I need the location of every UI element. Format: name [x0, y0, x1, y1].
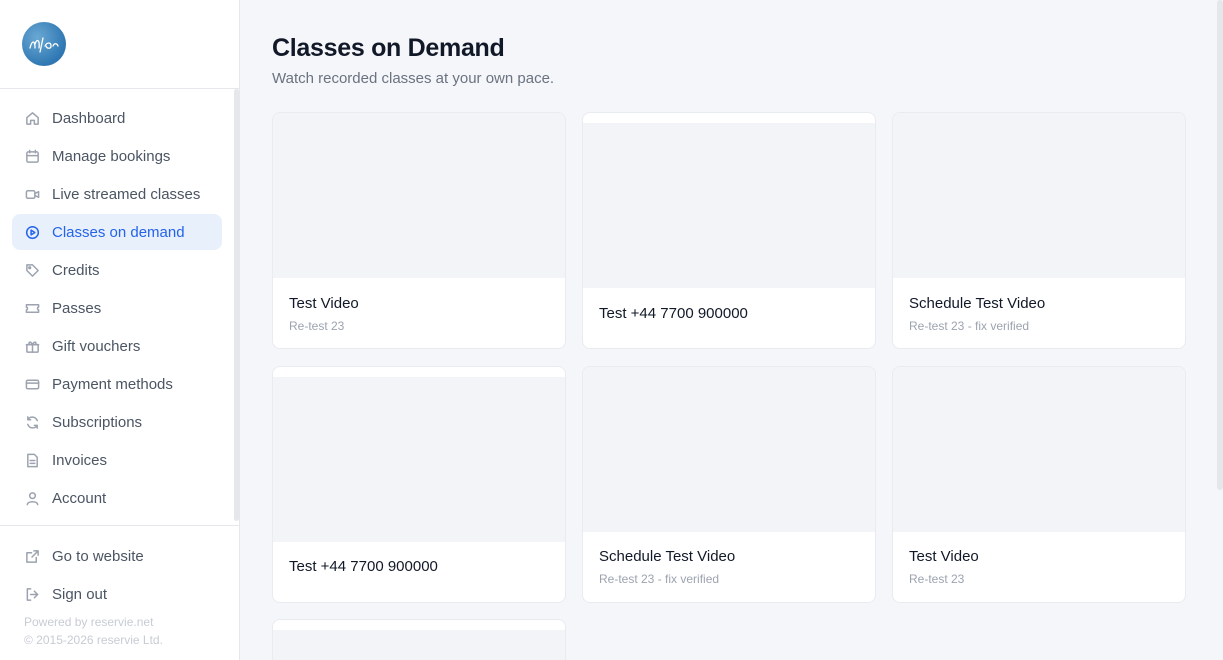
- external-link-icon: [24, 548, 40, 564]
- credit-card-icon: [24, 376, 40, 392]
- copyright-text: © 2015-2026 reservie Ltd.: [24, 633, 163, 647]
- ticket-icon: [24, 300, 40, 316]
- page-title: Classes on Demand: [272, 34, 505, 62]
- sidebar-bottom-nav: Go to website Sign out: [12, 538, 222, 614]
- sidebar-item-subscriptions[interactable]: Subscriptions: [12, 404, 222, 440]
- main-content: Classes on Demand Watch recorded classes…: [240, 0, 1223, 660]
- document-icon: [24, 452, 40, 468]
- video-title: Test Video: [909, 548, 979, 565]
- video-thumbnail: [273, 377, 565, 542]
- sign-out-button[interactable]: Sign out: [12, 576, 222, 612]
- sidebar-item-passes[interactable]: Passes: [12, 290, 222, 326]
- powered-by-text: Powered by reservie.net: [24, 615, 154, 629]
- video-thumbnail: [583, 123, 875, 288]
- sidebar-item-label: Account: [52, 489, 107, 507]
- gift-icon: [24, 338, 40, 354]
- video-subtitle: Re-test 23: [289, 319, 345, 333]
- video-card[interactable]: Schedule Test Video Re-test 23 - fix ver…: [582, 366, 876, 603]
- sidebar: Dashboard Manage bookings Live streamed …: [0, 0, 240, 660]
- sidebar-item-classes-on-demand[interactable]: Classes on demand: [12, 214, 222, 250]
- logo-mark-icon: [29, 37, 59, 53]
- home-icon: [24, 110, 40, 126]
- user-icon: [24, 490, 40, 506]
- sidebar-item-label: Gift vouchers: [52, 337, 141, 355]
- video-camera-icon: [24, 186, 40, 202]
- sidebar-scrollbar[interactable]: [234, 89, 239, 521]
- video-thumbnail: [893, 113, 1185, 278]
- sidebar-item-manage-bookings[interactable]: Manage bookings: [12, 138, 222, 174]
- video-card[interactable]: Test Video Re-test 23: [272, 112, 566, 349]
- video-title: Test Video: [289, 295, 359, 312]
- sidebar-divider: [0, 525, 239, 526]
- sidebar-item-credits[interactable]: Credits: [12, 252, 222, 288]
- sidebar-item-label: Live streamed classes: [52, 185, 201, 203]
- go-to-website-label: Go to website: [52, 547, 144, 565]
- page-subtitle: Watch recorded classes at your own pace.: [272, 70, 555, 87]
- sidebar-item-label: Credits: [52, 261, 100, 279]
- sidebar-item-live-streamed-classes[interactable]: Live streamed classes: [12, 176, 222, 212]
- video-title: Test +44 7700 900000: [289, 558, 438, 575]
- video-subtitle: Re-test 23 - fix verified: [909, 319, 1030, 333]
- sidebar-item-label: Subscriptions: [52, 413, 143, 431]
- video-title: Schedule Test Video: [599, 548, 736, 565]
- video-card[interactable]: [272, 619, 566, 660]
- video-thumbnail: [893, 367, 1185, 532]
- go-to-website-link[interactable]: Go to website: [12, 538, 222, 574]
- sidebar-item-invoices[interactable]: Invoices: [12, 442, 222, 478]
- sidebar-item-label: Classes on demand: [52, 223, 185, 241]
- sidebar-item-label: Manage bookings: [52, 147, 171, 165]
- video-title: Schedule Test Video: [909, 295, 1046, 312]
- sidebar-item-gift-vouchers[interactable]: Gift vouchers: [12, 328, 222, 364]
- video-thumbnail: [583, 367, 875, 532]
- video-thumbnail: [273, 630, 565, 660]
- tag-icon: [24, 262, 40, 278]
- sidebar-item-label: Dashboard: [52, 109, 126, 127]
- main-scrollbar[interactable]: [1217, 0, 1223, 490]
- video-card[interactable]: Test +44 7700 900000: [272, 366, 566, 603]
- video-thumbnail: [273, 113, 565, 278]
- sidebar-nav: Dashboard Manage bookings Live streamed …: [12, 100, 222, 518]
- video-card[interactable]: Test +44 7700 900000: [582, 112, 876, 349]
- video-subtitle: Re-test 23 - fix verified: [599, 572, 720, 586]
- sidebar-item-payment-methods[interactable]: Payment methods: [12, 366, 222, 402]
- sidebar-item-label: Invoices: [52, 451, 108, 469]
- video-card[interactable]: Test Video Re-test 23: [892, 366, 1186, 603]
- sidebar-item-label: Payment methods: [52, 375, 173, 393]
- sidebar-item-account[interactable]: Account: [12, 480, 222, 516]
- play-circle-icon: [24, 224, 40, 240]
- video-card[interactable]: Schedule Test Video Re-test 23 - fix ver…: [892, 112, 1186, 349]
- sign-out-label: Sign out: [52, 585, 108, 603]
- refresh-icon: [24, 414, 40, 430]
- sidebar-header: [0, 0, 239, 89]
- video-subtitle: Re-test 23: [909, 572, 965, 586]
- brand-logo[interactable]: [22, 22, 66, 66]
- sidebar-item-label: Passes: [52, 299, 102, 317]
- calendar-icon: [24, 148, 40, 164]
- sidebar-item-dashboard[interactable]: Dashboard: [12, 100, 222, 136]
- sign-out-icon: [24, 586, 40, 602]
- video-title: Test +44 7700 900000: [599, 305, 748, 322]
